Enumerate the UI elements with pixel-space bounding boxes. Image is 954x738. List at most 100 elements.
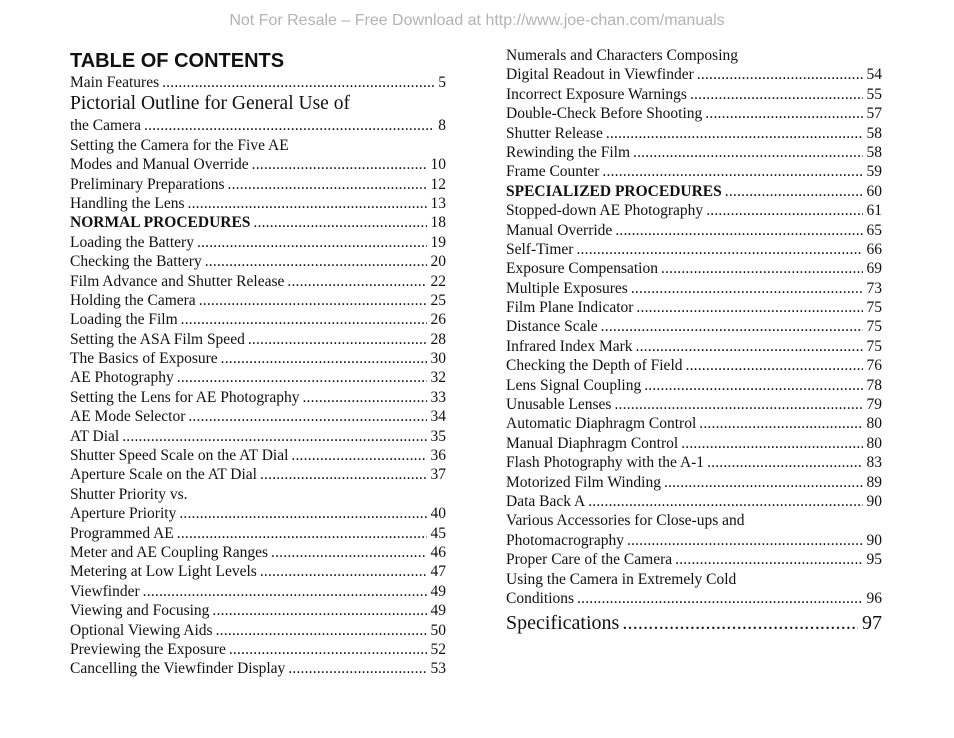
dot-leader (636, 298, 862, 317)
toc-entry[interactable]: Handling the Lens 13 (70, 194, 446, 213)
toc-entry[interactable]: Loading the Battery 19 (70, 233, 446, 252)
toc-entry[interactable]: Viewing and Focusing 49 (70, 601, 446, 620)
toc-entry[interactable]: Motorized Film Winding 89 (506, 473, 882, 492)
toc-entry-page: 49 (430, 602, 447, 620)
toc-entry-page: 22 (430, 272, 447, 290)
toc-entry[interactable]: AE Mode Selector 34 (70, 407, 446, 426)
toc-entry[interactable]: Manual Diaphragm Control 80 (506, 434, 882, 453)
toc-entry[interactable]: Flash Photography with the A-1 83 (506, 453, 882, 472)
toc-entry-title: the Camera (70, 117, 142, 135)
toc-entry-page: 33 (430, 388, 447, 406)
dot-leader (636, 337, 863, 356)
toc-entry-title: Motorized Film Winding (506, 473, 661, 491)
toc-entry[interactable]: Holding the Camera 25 (70, 291, 446, 310)
toc-entry[interactable]: Checking the Depth of Field 76 (506, 356, 882, 375)
toc-entry-title: Aperture Priority (70, 505, 177, 523)
dot-leader (260, 562, 427, 581)
dot-leader (627, 531, 863, 550)
toc-entry[interactable]: AE Photography 32 (70, 368, 446, 387)
toc-entry-page: 18 (430, 214, 447, 232)
toc-entry[interactable]: Setting the ASA Film Speed 28 (70, 330, 446, 349)
toc-entry[interactable]: Film Advance and Shutter Release 22 (70, 272, 446, 291)
toc-entry-title: Photomacrography (506, 531, 624, 549)
toc-entry[interactable]: Setting the Lens for AE Photography 33 (70, 388, 446, 407)
toc-entry[interactable]: Programmed AE 45 (70, 524, 446, 543)
toc-entry[interactable]: Specifications 97 (506, 610, 882, 634)
toc-entry[interactable]: Double-Check Before Shooting 57 (506, 104, 882, 123)
toc-entry-page: 26 (430, 311, 447, 329)
toc-entry[interactable]: Incorrect Exposure Warnings 55 (506, 85, 882, 104)
toc-entry-title: Shutter Speed Scale on the AT Dial (70, 447, 289, 465)
dot-leader (216, 621, 427, 640)
toc-right-column: Numerals and Characters Composing Digital… (506, 46, 882, 634)
dot-leader (253, 213, 426, 232)
toc-entry[interactable]: Aperture Scale on the AT Dial 37 (70, 465, 446, 484)
toc-entry[interactable]: Stopped-down AE Photography 61 (506, 201, 882, 220)
toc-entry[interactable]: Numerals and Characters Composing (506, 46, 882, 65)
toc-entry-title: Optional Viewing Aids (70, 621, 213, 639)
toc-entry[interactable]: Various Accessories for Close-ups and (506, 511, 882, 530)
toc-entry-title: Aperture Scale on the AT Dial (70, 466, 257, 484)
toc-entry[interactable]: Self-Timer 66 (506, 240, 882, 259)
toc-entry[interactable]: Multiple Exposures 73 (506, 279, 882, 298)
toc-entry[interactable]: Previewing the Exposure 52 (70, 640, 446, 659)
toc-entry[interactable]: the Camera 8 (70, 116, 446, 135)
toc-entry[interactable]: Infrared Index Mark 75 (506, 337, 882, 356)
toc-entry[interactable]: Modes and Manual Override 10 (70, 155, 446, 174)
toc-entry[interactable]: Distance Scale 75 (506, 317, 882, 336)
toc-entry-title: Previewing the Exposure (70, 640, 226, 658)
toc-entry[interactable]: Shutter Release 58 (506, 124, 882, 143)
toc-entry-title: Conditions (506, 589, 575, 607)
toc-entry[interactable]: Unusable Lenses 79 (506, 395, 882, 414)
toc-entry-title: Infrared Index Mark (506, 337, 633, 355)
toc-entry-page: 66 (866, 240, 883, 258)
toc-entry-page: 52 (430, 640, 447, 658)
toc-entry-page: 60 (866, 182, 883, 200)
toc-entry[interactable]: Film Plane Indicator 75 (506, 298, 882, 317)
toc-left-column: TABLE OF CONTENTS Main Features 5 Pictoria… (70, 46, 446, 679)
toc-entry[interactable]: Cancelling the Viewfinder Display 53 (70, 659, 446, 678)
toc-entry[interactable]: Manual Override 65 (506, 221, 882, 240)
toc-right-list: Numerals and Characters Composing Digital… (506, 46, 882, 634)
toc-entry[interactable]: AT Dial 35 (70, 427, 446, 446)
toc-entry[interactable]: Aperture Priority 40 (70, 504, 446, 523)
toc-entry[interactable]: Rewinding the Film 58 (506, 143, 882, 162)
toc-entry[interactable]: Meter and AE Coupling Ranges 46 (70, 543, 446, 562)
toc-entry-title: Various Accessories for Close-ups and (506, 512, 745, 530)
toc-entry[interactable]: Shutter Speed Scale on the AT Dial 36 (70, 446, 446, 465)
toc-entry[interactable]: Data Back A 90 (506, 492, 882, 511)
toc-entry-title: Programmed AE (70, 524, 174, 542)
toc-entry[interactable]: Shutter Priority vs. (70, 485, 446, 504)
dot-leader (162, 73, 434, 92)
toc-entry-title: Digital Readout in Viewfinder (506, 66, 694, 84)
dot-leader (302, 388, 426, 407)
toc-entry-title: Numerals and Characters Composing (506, 47, 739, 64)
toc-entry-page: 73 (866, 279, 883, 297)
dot-leader (686, 356, 863, 375)
toc-entry[interactable]: NORMAL PROCEDURES 18 (70, 213, 446, 232)
toc-entry[interactable]: Checking the Battery 20 (70, 252, 446, 271)
toc-entry-page: 36 (430, 447, 447, 465)
toc-entry[interactable]: Viewfinder 49 (70, 582, 446, 601)
toc-entry[interactable]: Using the Camera in Extremely Cold (506, 570, 882, 589)
dot-leader (644, 376, 862, 395)
toc-entry[interactable]: Metering at Low Light Levels 47 (70, 562, 446, 581)
toc-entry-page: 95 (866, 551, 883, 569)
toc-entry[interactable]: Main Features 5 (70, 73, 446, 92)
toc-entry[interactable]: Lens Signal Coupling 78 (506, 376, 882, 395)
toc-entry[interactable]: Photomacrography 90 (506, 531, 882, 550)
toc-entry[interactable]: Optional Viewing Aids 50 (70, 621, 446, 640)
toc-entry[interactable]: Frame Counter 59 (506, 162, 882, 181)
toc-entry[interactable]: Exposure Compensation 69 (506, 259, 882, 278)
toc-entry[interactable]: Digital Readout in Viewfinder 54 (506, 65, 882, 84)
toc-entry-page: 75 (866, 318, 883, 336)
toc-entry[interactable]: Conditions 96 (506, 589, 882, 608)
toc-entry[interactable]: The Basics of Exposure 30 (70, 349, 446, 368)
toc-entry[interactable]: Pictorial Outline for General Use of (70, 92, 446, 116)
toc-entry[interactable]: SPECIALIZED PROCEDURES 60 (506, 182, 882, 201)
toc-entry[interactable]: Preliminary Preparations 12 (70, 175, 446, 194)
toc-entry[interactable]: Automatic Diaphragm Control 80 (506, 414, 882, 433)
toc-entry[interactable]: Setting the Camera for the Five AE (70, 136, 446, 155)
toc-entry[interactable]: Loading the Film 26 (70, 310, 446, 329)
toc-entry[interactable]: Proper Care of the Camera 95 (506, 550, 882, 569)
